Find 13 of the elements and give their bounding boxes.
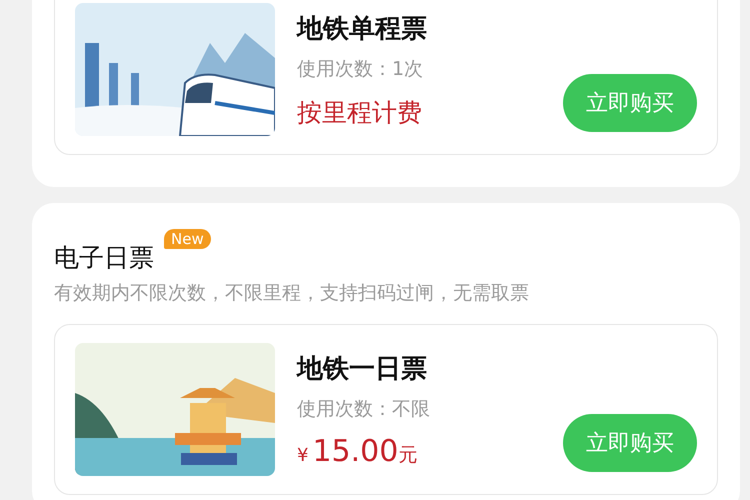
buy-button[interactable]: 立即购买 [563, 74, 697, 132]
ticket-title: 地铁单程票 [297, 12, 428, 46]
section-title: 电子日票 [54, 242, 154, 274]
usage-count: 使用次数：1次 [297, 56, 424, 82]
price-unit: 元 [398, 442, 418, 468]
usage-count: 使用次数：不限 [297, 396, 431, 422]
buy-button[interactable]: 立即购买 [563, 414, 697, 472]
new-badge: New [164, 229, 211, 249]
ticket-title: 地铁一日票 [297, 352, 428, 386]
price-note: 按里程计费 [297, 96, 423, 128]
section-description: 有效期内不限次数，不限里程，支持扫码过闸，无需取票 [54, 281, 530, 306]
price-amount: 15.00 [312, 434, 398, 468]
currency-symbol: ¥ [297, 444, 308, 466]
